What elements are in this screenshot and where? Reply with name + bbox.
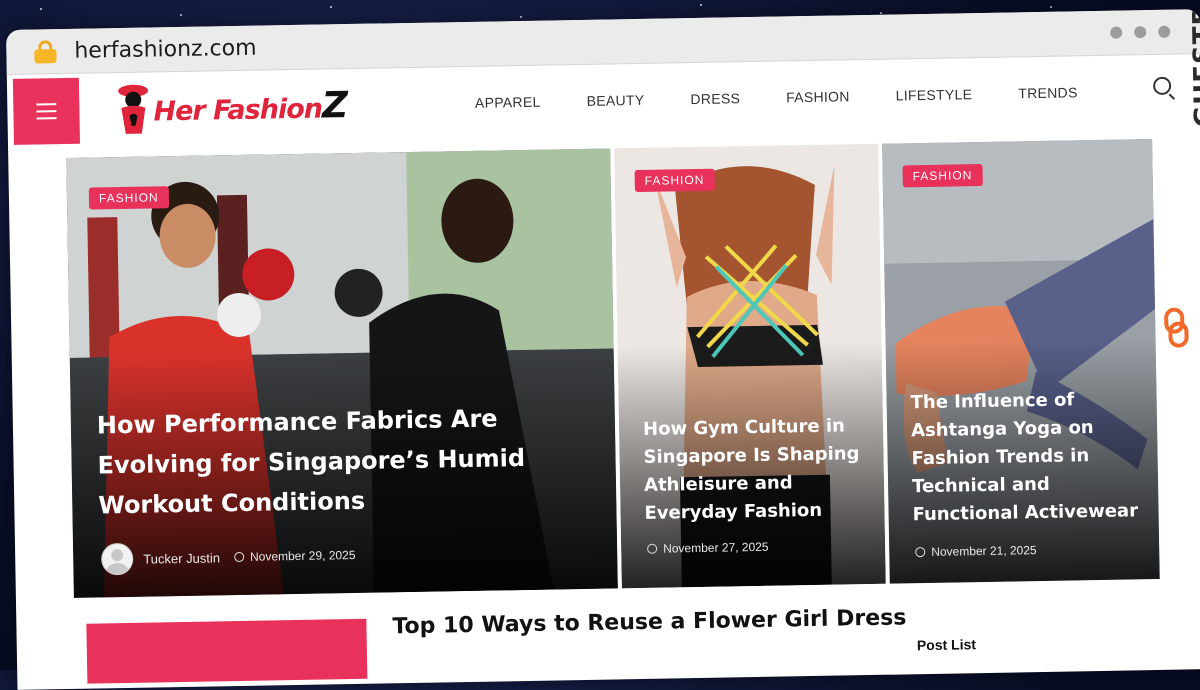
post-meta: November 27, 2025: [647, 540, 769, 556]
logo-z: Z: [321, 84, 348, 126]
star: [700, 4, 702, 6]
logo-wordmark: Her Fashion: [153, 93, 323, 127]
latest-post-title[interactable]: Top 10 Ways to Reuse a Flower Girl Dress: [392, 605, 906, 639]
browser-window: herfashionz.com Her FashionZ APPAREL BEA…: [6, 9, 1200, 690]
lock-icon: [34, 40, 57, 64]
url-text[interactable]: herfashionz.com: [74, 35, 257, 63]
window-controls: [1110, 25, 1171, 39]
star: [520, 16, 522, 18]
featured-card[interactable]: FASHION How Performance Fabrics Are Evol…: [66, 148, 618, 598]
hamburger-icon: [36, 103, 57, 106]
logo-woman-icon: [113, 81, 152, 136]
star: [40, 8, 42, 10]
post-date: November 21, 2025: [931, 543, 1037, 559]
window-dot-icon[interactable]: [1134, 26, 1147, 39]
nav-lifestyle[interactable]: LIFESTYLE: [896, 86, 973, 103]
clock-icon: [915, 547, 926, 558]
avatar: [100, 542, 134, 576]
logo-text: Her FashionZ: [153, 85, 347, 129]
watermark-text: GUESTPOSTLINKS: [1185, 9, 1200, 127]
featured-posts: FASHION How Performance Fabrics Are Evol…: [8, 134, 1200, 598]
star: [1050, 6, 1052, 8]
nav-dress[interactable]: DRESS: [690, 90, 740, 107]
category-badge[interactable]: FASHION: [88, 186, 169, 210]
window-dot-icon[interactable]: [1158, 25, 1171, 38]
post-date: November 27, 2025: [663, 539, 769, 556]
clock-icon: [233, 551, 245, 563]
clock-icon: [647, 543, 658, 554]
main-nav: APPAREL BEAUTY DRESS FASHION LIFESTYLE T…: [475, 84, 1124, 111]
window-dot-icon[interactable]: [1110, 26, 1123, 39]
post-thumbnail[interactable]: [86, 618, 368, 684]
post-title[interactable]: The Influence of Ashtanga Yoga on Fashio…: [910, 385, 1148, 529]
post-meta: November 21, 2025: [915, 543, 1037, 559]
post-date: November 29, 2025: [249, 547, 356, 564]
latest-posts: Top 10 Ways to Reuse a Flower Girl Dress…: [16, 574, 1200, 690]
nav-apparel[interactable]: APPAREL: [475, 94, 541, 111]
star: [180, 14, 182, 16]
post-title[interactable]: How Performance Fabrics Are Evolving for…: [97, 397, 599, 526]
post-meta: Tucker Justin November 29, 2025: [100, 539, 356, 576]
nav-trends[interactable]: TRENDS: [1018, 84, 1078, 101]
nav-beauty[interactable]: BEAUTY: [586, 92, 644, 109]
nav-fashion[interactable]: FASHION: [786, 88, 850, 105]
hamburger-menu-button[interactable]: [12, 77, 80, 145]
category-badge[interactable]: FASHION: [902, 163, 983, 188]
category-badge[interactable]: FASHION: [634, 168, 715, 193]
sidebar-heading: Post List: [916, 636, 977, 654]
star: [330, 6, 332, 8]
author-name[interactable]: Tucker Justin: [143, 550, 220, 566]
featured-card[interactable]: FASHION The Influence of Ashtanga Yoga o…: [882, 139, 1160, 584]
site-logo[interactable]: Her FashionZ: [113, 78, 348, 136]
featured-card[interactable]: FASHION How Gym Culture in Singapore Is …: [614, 143, 886, 589]
post-title[interactable]: How Gym Culture in Singapore Is Shaping …: [643, 412, 865, 528]
guestpostlinks-watermark: GUESTPOSTLINKS: [1153, 9, 1200, 368]
chain-link-icon: [1164, 307, 1189, 348]
star: [880, 12, 882, 14]
